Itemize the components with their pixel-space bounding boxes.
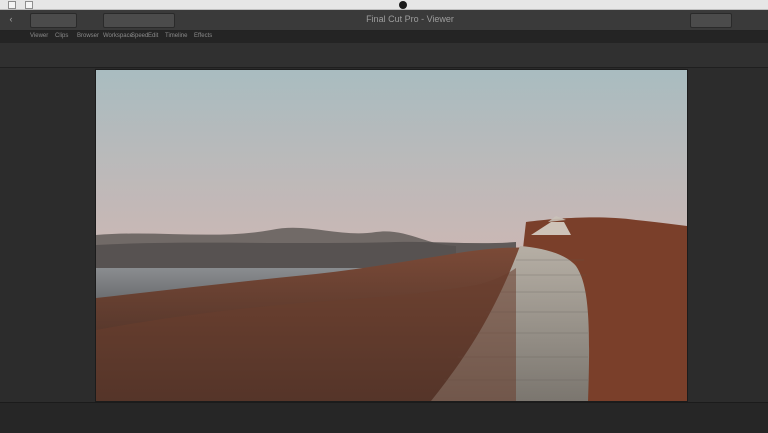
menu-item-browser[interactable]: Browser: [77, 33, 99, 40]
sunset-boardwalk-hillside: [96, 70, 687, 401]
menu-bar: Viewer Clips Browser Workspace Speed Edi…: [0, 31, 768, 43]
toolbar-pill-transport[interactable]: [103, 13, 175, 28]
menu-item-timeline[interactable]: Timeline: [165, 33, 187, 40]
chevron-left-icon[interactable]: ‹: [6, 14, 16, 24]
menu-item-edit[interactable]: Edit: [148, 33, 158, 40]
viewer-header: [0, 43, 768, 68]
right-panel: [686, 68, 768, 402]
bottom-bar: [0, 402, 768, 433]
menu-item-clips[interactable]: Clips: [55, 33, 68, 40]
small-window-icon: [8, 1, 16, 9]
small-window-icon: [25, 1, 33, 9]
system-top-bar: [0, 0, 768, 10]
window-title: Final Cut Pro - Viewer: [366, 14, 454, 24]
menu-item-speed[interactable]: Speed: [131, 33, 148, 40]
menu-item-viewer[interactable]: Viewer: [30, 33, 48, 40]
webcam-dot-icon: [399, 1, 407, 9]
toolbar-pill-left[interactable]: [30, 13, 77, 28]
left-panel: [0, 68, 95, 402]
toolbar-pill-right[interactable]: [690, 13, 732, 28]
app-toolbar: ‹ Final Cut Pro - Viewer: [0, 10, 768, 31]
menu-item-workspace[interactable]: Workspace: [103, 33, 133, 40]
viewer-image[interactable]: [95, 69, 688, 402]
menu-item-effects[interactable]: Effects: [194, 33, 212, 40]
